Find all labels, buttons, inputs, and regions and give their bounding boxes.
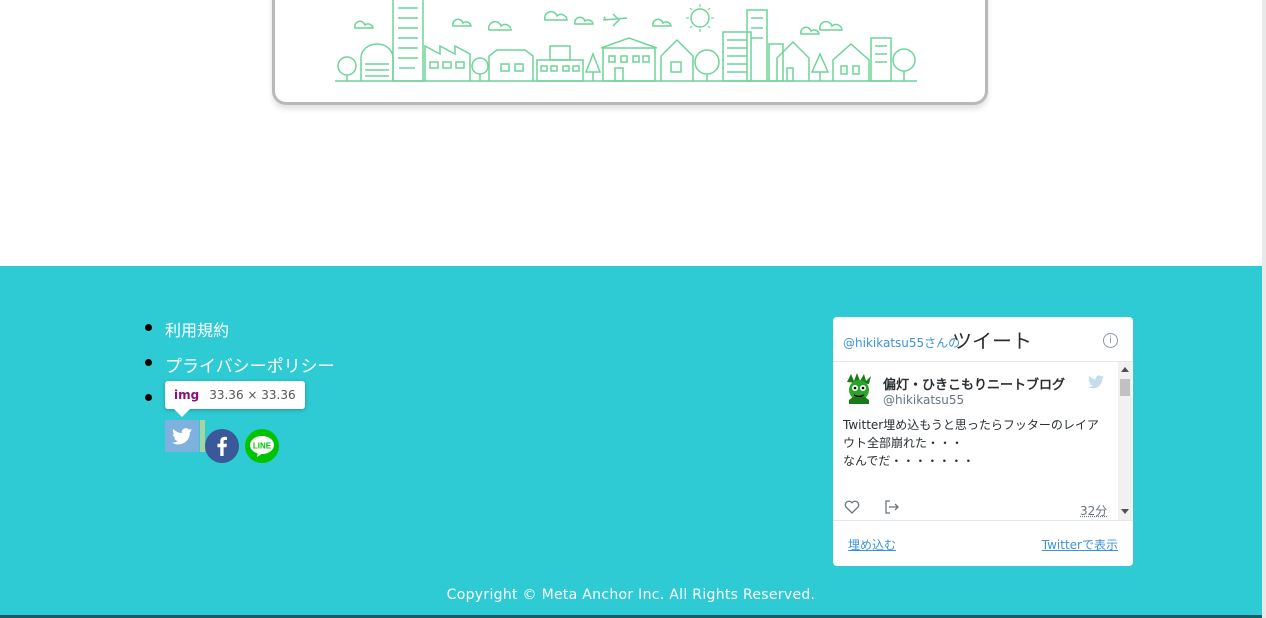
line-icon: LINE bbox=[245, 429, 279, 463]
page-scrollbar[interactable] bbox=[1262, 0, 1266, 618]
twitter-icon bbox=[172, 427, 192, 444]
line-share-button[interactable]: LINE bbox=[245, 429, 279, 463]
tooltip-dimensions: 33.36 × 33.36 bbox=[209, 388, 296, 402]
site-footer: 利用規約 プライバシーポリシー img 33.36 × 33.36 LINE @… bbox=[0, 266, 1262, 618]
city-illustration-card bbox=[272, 0, 988, 105]
tweet-list: 偏灯・ひきこもりニートブログ @hikikatsu55 Twitter埋め込もう… bbox=[833, 362, 1133, 520]
tweet-author-handle[interactable]: @hikikatsu55 bbox=[883, 393, 964, 407]
info-icon[interactable]: i bbox=[1103, 333, 1118, 348]
scrollbar-thumb[interactable] bbox=[1120, 379, 1130, 396]
facebook-share-button[interactable] bbox=[205, 429, 239, 463]
list-bullet bbox=[145, 359, 152, 366]
terms-link[interactable]: 利用規約 bbox=[165, 317, 229, 341]
tweet-text-line: Twitter埋め込もうと思ったらフッターのレイア bbox=[843, 418, 1099, 432]
heart-icon[interactable] bbox=[844, 500, 860, 514]
tweet-timestamp[interactable]: 32分 bbox=[1080, 502, 1107, 519]
view-on-twitter-link[interactable]: Twitterで表示 bbox=[1042, 536, 1118, 553]
twitter-widget-header: @hikikatsu55さんの ツイート i bbox=[833, 317, 1133, 362]
list-bullet bbox=[145, 394, 152, 401]
tweet-list-scrollbar[interactable] bbox=[1118, 362, 1132, 520]
city-skyline-illustration bbox=[335, 0, 917, 82]
twitter-header-title: ツイート bbox=[952, 329, 1032, 353]
tooltip-arrow bbox=[174, 409, 190, 417]
tweet-text: Twitter埋め込もうと思ったらフッターのレイア ウト全部崩れた・・・ なんで… bbox=[843, 416, 1105, 470]
line-icon-text: LINE bbox=[253, 442, 272, 451]
twitter-header-user[interactable]: @hikikatsu55さんの bbox=[843, 334, 960, 351]
tweet-author-name[interactable]: 偏灯・ひきこもりニートブログ bbox=[883, 374, 1065, 393]
tweet-text-line: ウト全部崩れた・・・ bbox=[843, 436, 964, 450]
scroll-up-arrow-icon[interactable] bbox=[1121, 367, 1129, 372]
list-bullet bbox=[145, 324, 152, 331]
twitter-share-button[interactable] bbox=[165, 420, 199, 452]
facebook-icon bbox=[205, 429, 239, 463]
twitter-timeline-widget: @hikikatsu55さんの ツイート i 偏灯・ひきこもりニートブログ @h… bbox=[833, 317, 1133, 566]
tweet-text-line: なんでだ・・・・・・・ bbox=[843, 454, 975, 468]
tooltip-tag-name: img bbox=[174, 388, 200, 402]
twitter-bird-icon[interactable] bbox=[1088, 375, 1104, 389]
privacy-policy-link[interactable]: プライバシーポリシー bbox=[165, 352, 335, 377]
embed-link[interactable]: 埋め込む bbox=[848, 536, 896, 553]
share-icon[interactable] bbox=[884, 500, 900, 514]
twitter-widget-footer: 埋め込む Twitterで表示 bbox=[833, 520, 1133, 566]
avatar[interactable] bbox=[843, 372, 875, 404]
scroll-down-arrow-icon[interactable] bbox=[1121, 509, 1129, 514]
devtools-element-tooltip: img 33.36 × 33.36 bbox=[165, 381, 305, 409]
copyright-text: Copyright © Meta Anchor Inc. All Rights … bbox=[446, 587, 816, 603]
